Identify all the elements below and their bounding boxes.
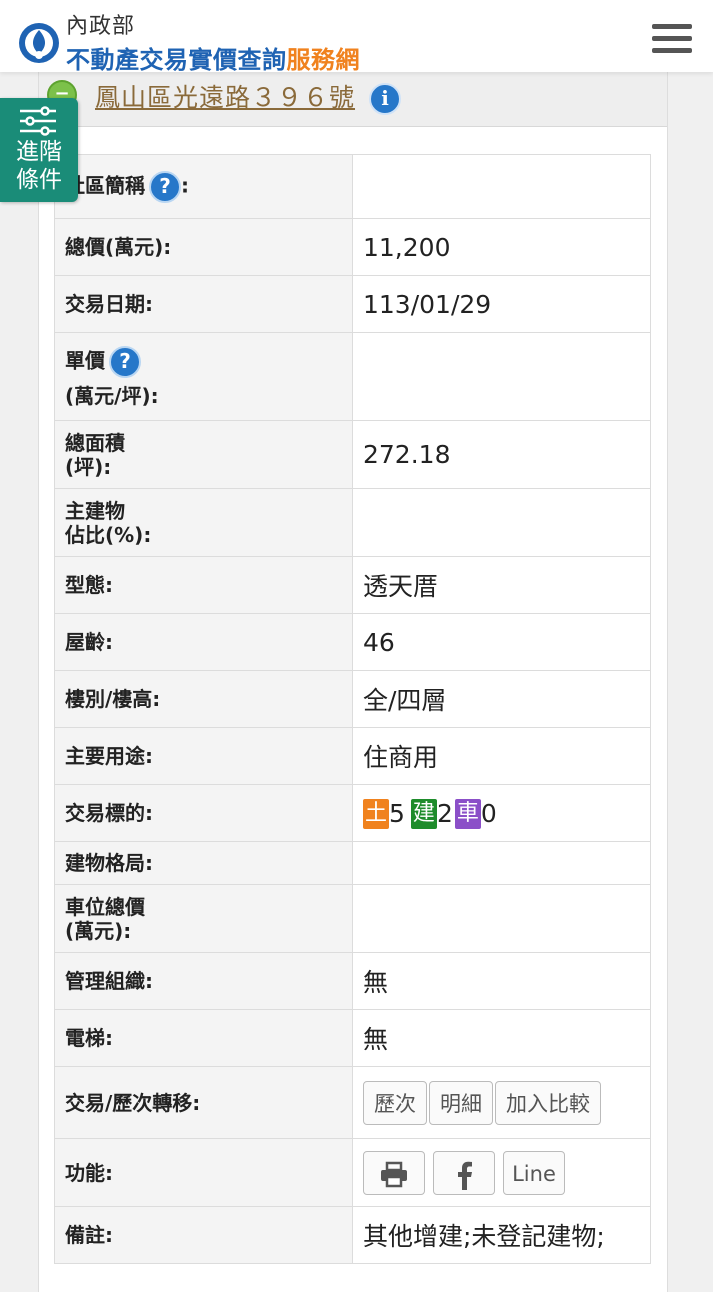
parking-count: 0	[480, 799, 497, 828]
site-header: 內政部 不動產交易實價查詢服務網	[0, 0, 713, 75]
community-value	[352, 154, 651, 219]
management-label: 管理組織:	[54, 952, 353, 1010]
info-icon[interactable]: i	[369, 83, 401, 115]
total-price-value: 11,200	[352, 218, 651, 276]
floor-value: 全/四層	[352, 670, 651, 728]
type-label: 型態:	[54, 556, 353, 614]
table-row: 備註: 其他增建;未登記建物;	[54, 1206, 651, 1264]
address-bar: − 鳳山區光遠路３９６號 i	[39, 66, 667, 127]
building-tag: 建	[410, 798, 437, 829]
unit-price-label: 單價? (萬元/坪):	[54, 332, 353, 421]
ministry-name: 內政部	[66, 14, 136, 39]
help-icon[interactable]: ?	[109, 345, 141, 378]
print-button[interactable]	[363, 1150, 425, 1195]
table-row: 車位總價 (萬元):	[54, 884, 651, 953]
land-tag: 土	[363, 798, 390, 829]
advanced-filter-label: 進階 條件	[16, 139, 62, 193]
layout-value	[352, 841, 651, 885]
table-row: 交易/歷次轉移: 歷次 明細 加入比較	[54, 1066, 651, 1139]
parking-price-value	[352, 884, 651, 953]
target-value: 土5 建2 車0	[352, 784, 651, 842]
land-count: 5	[389, 799, 405, 828]
elevator-value: 無	[352, 1009, 651, 1067]
printer-icon	[381, 1161, 407, 1187]
parking-price-label: 車位總價 (萬元):	[54, 884, 353, 953]
trade-date-value: 113/01/29	[352, 275, 651, 333]
total-area-value: 272.18	[352, 420, 651, 489]
history-actions: 歷次 明細 加入比較	[352, 1066, 651, 1139]
trade-date-label: 交易日期:	[54, 275, 353, 333]
table-row: 交易日期: 113/01/29	[54, 275, 651, 333]
facebook-icon	[458, 1161, 472, 1190]
table-row: 社區簡稱?:	[54, 154, 651, 219]
table-row: 樓別/樓高: 全/四層	[54, 670, 651, 728]
age-value: 46	[352, 613, 651, 671]
table-row: 總價(萬元): 11,200	[54, 218, 651, 276]
table-row: 交易標的: 土5 建2 車0	[54, 784, 651, 842]
table-row: 主要用途: 住商用	[54, 727, 651, 785]
age-label: 屋齡:	[54, 613, 353, 671]
site-title-main: 不動產交易實價查詢	[66, 46, 287, 74]
detail-table: 社區簡稱?: 總價(萬元): 11,200 交易日期: 113/01/29 單價…	[54, 154, 651, 1264]
line-share-button[interactable]: Line	[503, 1150, 565, 1195]
remarks-label: 備註:	[54, 1206, 353, 1264]
table-row: 單價? (萬元/坪):	[54, 332, 651, 421]
target-label: 交易標的:	[54, 784, 353, 842]
parking-tag: 車	[454, 798, 481, 829]
function-actions: Line	[352, 1138, 651, 1207]
total-area-label: 總面積 (坪):	[54, 420, 353, 489]
detail-button[interactable]: 明細	[429, 1080, 493, 1125]
table-row: 主建物 佔比(%):	[54, 488, 651, 557]
main-ratio-value	[352, 488, 651, 557]
history-label: 交易/歷次轉移:	[54, 1066, 353, 1139]
usage-value: 住商用	[352, 727, 651, 785]
advanced-filter-button[interactable]: 進階 條件	[0, 98, 78, 202]
unit-price-value	[352, 332, 651, 421]
site-title-accent: 服務網	[286, 46, 360, 74]
help-icon[interactable]: ?	[149, 170, 181, 203]
hamburger-menu-icon[interactable]	[652, 24, 692, 58]
table-row: 型態: 透天厝	[54, 556, 651, 614]
main-ratio-label: 主建物 佔比(%):	[54, 488, 353, 557]
functions-label: 功能:	[54, 1138, 353, 1207]
table-row: 建物格局:	[54, 841, 651, 885]
building-count: 2	[436, 799, 453, 828]
history-button[interactable]: 歷次	[363, 1080, 427, 1125]
community-label: 社區簡稱?:	[54, 154, 353, 219]
table-row: 功能: Line	[54, 1138, 651, 1207]
table-row: 電梯: 無	[54, 1009, 651, 1067]
address-link[interactable]: 鳳山區光遠路３９６號	[95, 78, 355, 114]
facebook-share-button[interactable]	[433, 1150, 495, 1195]
table-row: 總面積 (坪): 272.18	[54, 420, 651, 489]
ministry-logo-icon	[19, 23, 59, 63]
site-title[interactable]: 不動產交易實價查詢服務網	[66, 40, 360, 75]
add-compare-button[interactable]: 加入比較	[495, 1080, 601, 1125]
floor-label: 樓別/樓高:	[54, 670, 353, 728]
layout-label: 建物格局:	[54, 841, 353, 885]
usage-label: 主要用途:	[54, 727, 353, 785]
management-value: 無	[352, 952, 651, 1010]
elevator-label: 電梯:	[54, 1009, 353, 1067]
total-price-label: 總價(萬元):	[54, 218, 353, 276]
type-value: 透天厝	[352, 556, 651, 614]
sliders-icon	[20, 106, 56, 136]
table-row: 管理組織: 無	[54, 952, 651, 1010]
remarks-value: 其他增建;未登記建物;	[352, 1206, 651, 1264]
table-row: 屋齡: 46	[54, 613, 651, 671]
